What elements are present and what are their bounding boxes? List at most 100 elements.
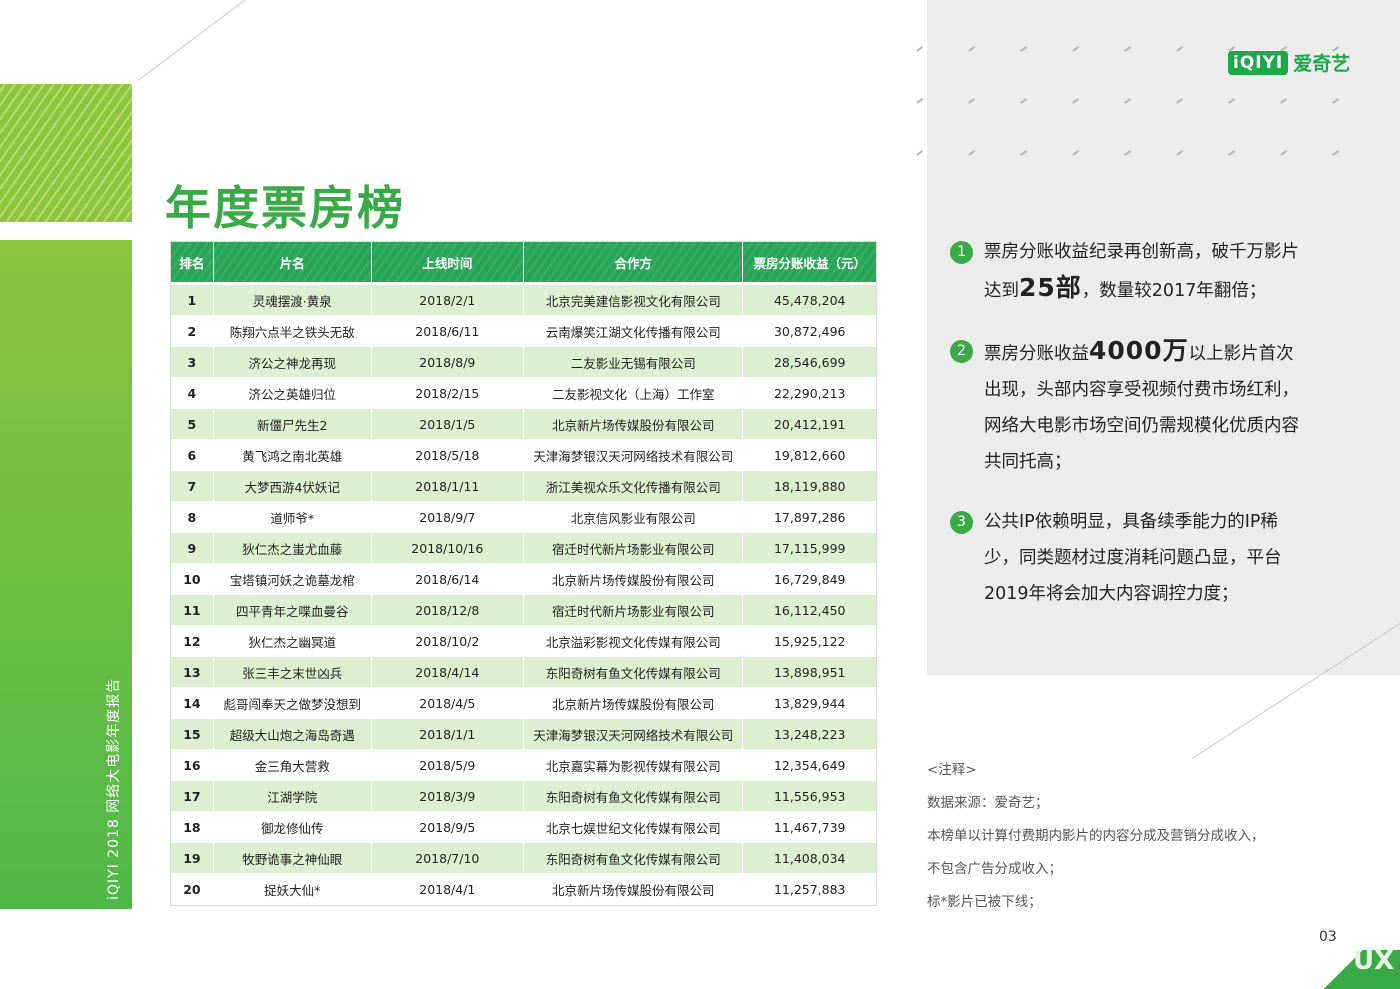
cell-revenue: 13,248,223	[742, 718, 876, 750]
cell-partner: 北京溢彩影视文化传媒有限公司	[523, 625, 744, 657]
cell-release-date: 2018/6/11	[371, 315, 525, 347]
cell-title: 道师爷*	[213, 501, 372, 533]
cell-rank: 10	[171, 563, 214, 595]
cell-title: 捉妖大仙*	[213, 873, 372, 905]
cell-title: 陈翔六点半之铁头无敌	[213, 315, 372, 347]
cell-revenue: 16,729,849	[742, 563, 876, 595]
table-row: 20 捉妖大仙* 2018/4/1 北京新片场传媒股份有限公司 11,257,883	[171, 873, 876, 905]
cell-release-date: 2018/4/5	[371, 687, 525, 719]
cell-rank: 9	[171, 532, 214, 564]
notes-line: 本榜单以计算付费期内影片的内容分成及营销分成收入，	[927, 828, 1265, 844]
cell-release-date: 2018/12/8	[371, 594, 525, 626]
cell-partner: 北京信风影业有限公司	[523, 501, 744, 533]
cell-title: 狄仁杰之幽冥道	[213, 625, 372, 657]
cell-revenue: 19,812,660	[742, 439, 876, 471]
point-highlight: 25部	[1019, 273, 1082, 302]
cell-partner: 宿迁时代新片场影业有限公司	[523, 532, 744, 564]
cell-rank: 6	[171, 439, 214, 471]
cell-partner: 宿迁时代新片场影业有限公司	[523, 594, 744, 626]
cell-release-date: 2018/1/1	[371, 718, 525, 750]
cell-title: 御龙修仙传	[213, 811, 372, 843]
cell-partner: 北京新片场传媒股份有限公司	[523, 563, 744, 595]
point-text-end: ，数量较2017年翻倍；	[1081, 281, 1267, 301]
cell-title: 济公之英雄归位	[213, 377, 372, 409]
cell-partner: 北京新片场传媒股份有限公司	[523, 873, 744, 905]
table-row: 11 四平青年之喋血曼谷 2018/12/8 宿迁时代新片场影业有限公司 16,112,…	[171, 594, 876, 626]
page-title: 年度票房榜	[165, 181, 405, 235]
report-side-label: iQIYI 2018 网络大电影年度报告	[106, 677, 122, 900]
cell-release-date: 2018/9/7	[371, 501, 525, 533]
cell-release-date: 2018/2/1	[371, 283, 525, 316]
cell-rank: 8	[171, 501, 214, 533]
cell-title: 彪哥闯奉天之做梦没想到	[213, 687, 372, 719]
cell-release-date: 2018/9/5	[371, 811, 525, 843]
cell-partner: 北京完美建信影视文化有限公司	[523, 283, 744, 316]
cell-partner: 东阳奇树有鱼文化传媒有限公司	[523, 780, 744, 812]
cell-title: 张三丰之末世凶兵	[213, 656, 372, 688]
cell-partner: 二友影业无锡有限公司	[523, 346, 744, 378]
cell-release-date: 2018/4/14	[371, 656, 525, 688]
cell-release-date: 2018/1/11	[371, 470, 525, 502]
cell-partner: 东阳奇树有鱼文化传媒有限公司	[523, 842, 744, 874]
key-points: 1 票房分账收益纪录再创新高，破千万影片达到25部，数量较2017年翻倍； 2 …	[950, 234, 1300, 612]
key-point-2: 2 票房分账收益4000万以上影片首次出现，头部内容享受视频付费市场红利，网络大…	[950, 333, 1300, 480]
cell-release-date: 2018/1/5	[371, 408, 525, 440]
cell-title: 宝塔镇河妖之诡墓龙棺	[213, 563, 372, 595]
cell-revenue: 15,925,122	[742, 625, 876, 657]
point-number-badge: 2	[950, 340, 973, 363]
header-rank: 排名	[171, 242, 214, 285]
table-row: 9 狄仁杰之蚩尤血藤 2018/10/16 宿迁时代新片场影业有限公司 17,115,9…	[171, 532, 876, 564]
cell-partner: 东阳奇树有鱼文化传媒有限公司	[523, 656, 744, 688]
table-row: 6 黄飞鸿之南北英雄 2018/5/18 天津海梦银汉天河网络技术有限公司 19,812…	[171, 439, 876, 471]
table-row: 10 宝塔镇河妖之诡墓龙棺 2018/6/14 北京新片场传媒股份有限公司 16,729…	[171, 563, 876, 595]
cell-revenue: 17,115,999	[742, 532, 876, 564]
cell-revenue: 12,354,649	[742, 749, 876, 781]
cell-revenue: 22,290,213	[742, 377, 876, 409]
cell-release-date: 2018/2/15	[371, 377, 525, 409]
cell-release-date: 2018/5/18	[371, 439, 525, 471]
cell-release-date: 2018/3/9	[371, 780, 525, 812]
cell-release-date: 2018/5/9	[371, 749, 525, 781]
table-row: 1 灵魂摆渡·黄泉 2018/2/1 北京完美建信影视文化有限公司 45,478,204	[171, 283, 876, 316]
cell-rank: 12	[171, 625, 214, 657]
cell-revenue: 28,546,699	[742, 346, 876, 378]
cell-title: 济公之神龙再现	[213, 346, 372, 378]
cell-revenue: 11,408,034	[742, 842, 876, 874]
table-row: 16 金三角大营救 2018/5/9 北京嘉实幕为影视传媒有限公司 12,354,649	[171, 749, 876, 781]
cell-revenue: 13,829,944	[742, 687, 876, 719]
notes-heading: <注释>	[927, 762, 977, 778]
cell-rank: 20	[171, 873, 214, 905]
cell-release-date: 2018/10/16	[371, 532, 525, 564]
dash-mark	[916, 98, 923, 104]
header-partner: 合作方	[523, 242, 744, 285]
point-text: 公共IP依赖明显，具备续季能力的IP稀少，同类题材过度消耗问题凸显，平台2019…	[984, 512, 1282, 604]
cell-revenue: 18,119,880	[742, 470, 876, 502]
table-row: 4 济公之英雄归位 2018/2/15 二友影视文化（上海）工作室 22,290,213	[171, 377, 876, 409]
cell-title: 黄飞鸿之南北英雄	[213, 439, 372, 471]
cell-release-date: 2018/4/1	[371, 873, 525, 905]
cell-partner: 北京嘉实幕为影视传媒有限公司	[523, 749, 744, 781]
notes-line: 不包含广告分成收入；	[927, 861, 1062, 877]
table-row: 5 新僵尸先生2 2018/1/5 北京新片场传媒股份有限公司 20,412,191	[171, 408, 876, 440]
cell-partner: 北京七娱世纪文化传媒有限公司	[523, 811, 744, 843]
cell-revenue: 17,897,286	[742, 501, 876, 533]
cell-revenue: 11,467,739	[742, 811, 876, 843]
cell-title: 大梦西游4伏妖记	[213, 470, 372, 502]
notes-line: 数据来源：爱奇艺；	[927, 795, 1049, 811]
dash-mark	[916, 150, 923, 156]
cell-title: 新僵尸先生2	[213, 408, 372, 440]
header-release-date: 上线时间	[371, 242, 525, 285]
table-row: 14 彪哥闯奉天之做梦没想到 2018/4/5 北京新片场传媒股份有限公司 13,829…	[171, 687, 876, 719]
table-row: 19 牧野诡事之神仙眼 2018/7/10 东阳奇树有鱼文化传媒有限公司 11,408,…	[171, 842, 876, 874]
table-header-row: 排名 片名 上线时间 合作方 票房分账收益（元）	[171, 242, 876, 285]
cell-revenue: 30,872,496	[742, 315, 876, 347]
table-row: 15 超级大山炮之海岛奇遇 2018/1/1 天津海梦银汉天河网络技术有限公司 13,2…	[171, 718, 876, 750]
cell-revenue: 11,257,883	[742, 873, 876, 905]
dash-mark	[916, 46, 923, 52]
header-revenue: 票房分账收益（元）	[742, 242, 876, 285]
cell-rank: 2	[171, 315, 214, 347]
notes-line: 标*影片已被下线；	[927, 894, 1042, 910]
table-row: 8 道师爷* 2018/9/7 北京信风影业有限公司 17,897,286	[171, 501, 876, 533]
cell-rank: 18	[171, 811, 214, 843]
cell-rank: 13	[171, 656, 214, 688]
